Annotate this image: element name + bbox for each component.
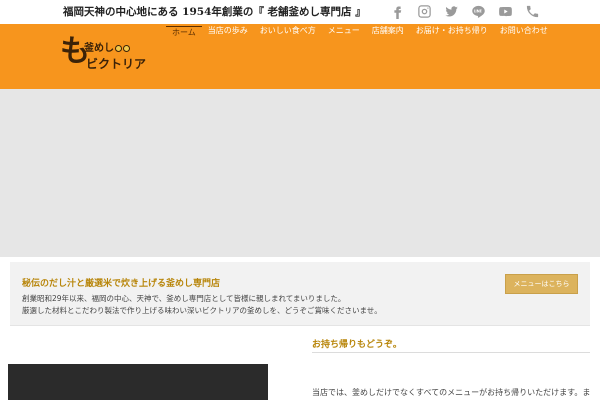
divider [312,352,590,353]
youtube-icon[interactable] [497,3,513,19]
intro-title: 秘伝のだし汁と厳選米で炊き上げる釜めし専門店 [22,279,221,289]
nav-item-history[interactable]: 当店の歩み [202,26,254,40]
intro-section: 秘伝のだし汁と厳選米で炊き上げる釜めし専門店 創業昭和29年以来、福岡の中心、天… [10,262,590,326]
main-nav: ホーム 当店の歩み おいしい食べ方 メニュー 店舗案内 お届け・お持ち帰り お問… [166,26,554,40]
logo-top-text: 釜めし [84,39,130,54]
nav-item-store-info[interactable]: 店舗案内 [366,26,410,40]
top-bar: 福岡天神の中心地にある 1954年創業の『 老舗釜めし専門店 』 [0,0,600,24]
site-tagline: 福岡天神の中心地にある 1954年創業の『 老舗釜めし専門店 』 [63,6,366,18]
site-logo[interactable]: も 釜めし ビクトリア [60,34,155,74]
takeout-text: 当店では、釜めしだけでなくすべてのメニューがお持ち帰りいただけます。ま [312,388,591,397]
nav-item-home[interactable]: ホーム [166,26,202,40]
logo-face-icon [123,44,130,52]
takeout-title: お持ち帰りもどうぞ。 [312,340,402,350]
nav-item-menu[interactable]: メニュー [322,26,366,40]
nav-item-contact[interactable]: お問い合わせ [494,26,554,40]
facebook-icon[interactable] [389,3,405,19]
line-icon[interactable] [470,3,486,19]
instagram-icon[interactable] [416,3,432,19]
social-links [389,3,540,19]
logo-face-icon [115,44,122,52]
video-block[interactable] [8,364,268,400]
menu-button[interactable]: メニューはこちら [505,274,578,294]
site-header: も 釜めし ビクトリア ホーム 当店の歩み おいしい食べ方 メニュー 店舗案内 … [0,24,600,89]
twitter-icon[interactable] [443,3,459,19]
nav-item-how-to-eat[interactable]: おいしい食べ方 [254,26,322,40]
intro-text-line: 創業昭和29年以来、福岡の中心、天神で、釜めし専門店として皆様に親しまれてまいり… [22,294,346,303]
hero-slider [0,89,600,257]
logo-top-label: 釜めし [84,43,114,54]
nav-item-delivery-takeout[interactable]: お届け・お持ち帰り [410,26,494,40]
intro-text-line: 厳選した材料とこだわり製法で作り上げる味わい深いビクトリアの釜めしを、どうぞご賞… [22,306,382,315]
logo-bottom-text: ビクトリア [86,57,147,71]
phone-icon[interactable] [524,3,540,19]
